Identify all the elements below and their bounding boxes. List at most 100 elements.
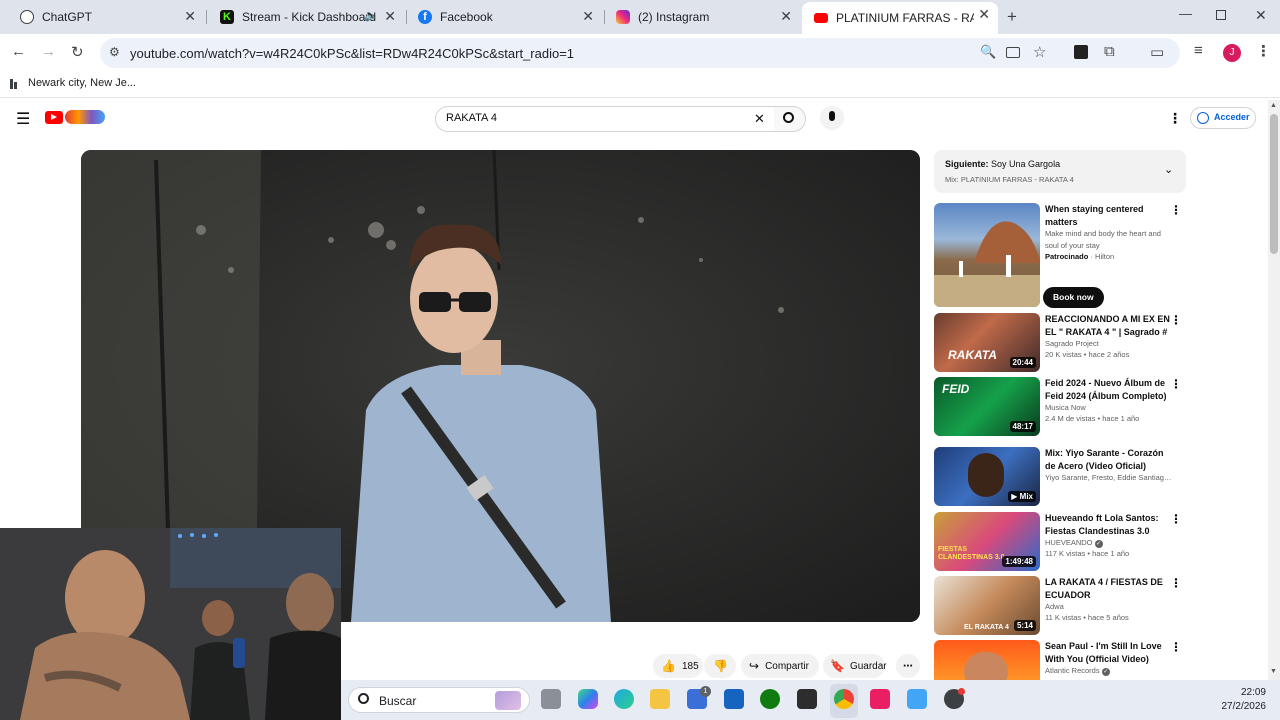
voice-search-button[interactable] <box>820 106 844 130</box>
channel-name[interactable]: Atlantic Records <box>1045 666 1100 675</box>
extensions-puzzle-icon[interactable]: ⧉ <box>1104 43 1115 60</box>
extension-kick-icon[interactable] <box>1074 45 1088 59</box>
list-item[interactable]: EL RAKATA 4 5:14 LA RAKATA 4 / FIESTAS D… <box>934 576 1186 636</box>
list-item[interactable]: ▶ Mix Mix: Yiyo Sarante - Corazón de Ace… <box>934 447 1186 507</box>
xbox-icon[interactable] <box>760 689 780 709</box>
tiktok-icon[interactable] <box>870 689 890 709</box>
close-tab-icon[interactable]: ✕ <box>184 9 196 23</box>
playlist-queue-header[interactable]: Siguiente: Soy Una Gargola Mix: PLATINIU… <box>934 150 1186 193</box>
ad-title[interactable]: When staying centered matters <box>1045 203 1173 228</box>
video-thumbnail[interactable]: ▶ Mix <box>934 447 1040 506</box>
settings-kebab-icon[interactable]: ⋮ <box>1168 110 1182 127</box>
book-now-button[interactable]: Book now <box>1043 287 1104 308</box>
hamburger-menu-icon[interactable]: ☰ <box>16 109 30 129</box>
new-tab-icon[interactable]: + <box>1007 7 1017 27</box>
video-thumbnail[interactable]: FIESTAS CLANDESTINAS 3.0 1:49:48 <box>934 512 1040 571</box>
kick-icon: K <box>220 10 234 24</box>
task-view-icon[interactable] <box>541 689 561 709</box>
taskbar-search[interactable]: Buscar <box>348 687 530 713</box>
reload-icon[interactable]: ↻ <box>71 43 84 61</box>
channel-name[interactable]: Musica Now <box>1045 402 1173 413</box>
chevron-down-icon[interactable]: ⌄ <box>1164 163 1173 176</box>
install-app-icon[interactable] <box>1006 47 1020 58</box>
video-menu-icon[interactable]: ⋮ <box>1170 640 1182 654</box>
youtube-logo[interactable] <box>45 111 63 124</box>
chrome-menu-icon[interactable]: ⋮ <box>1256 42 1271 60</box>
video-menu-icon[interactable]: ⋮ <box>1170 512 1182 526</box>
copilot-icon[interactable] <box>578 689 598 709</box>
video-thumbnail[interactable]: RAKATA 20:44 <box>934 313 1040 372</box>
list-item[interactable]: RAKATA 20:44 REACCIONANDO A MI EX EN EL … <box>934 313 1186 373</box>
channel-name[interactable]: HUEVEANDO <box>1045 538 1093 547</box>
page-scrollbar[interactable]: ▲ ▼ <box>1268 100 1280 680</box>
video-title[interactable]: REACCIONANDO A MI EX EN EL " RAKATA 4 " … <box>1045 313 1173 338</box>
bookmark-weather[interactable]: Newark city, New Je... <box>28 77 136 89</box>
file-explorer-icon[interactable] <box>650 689 670 709</box>
restore-icon[interactable] <box>1216 10 1226 20</box>
back-icon[interactable]: ← <box>11 43 26 60</box>
video-thumbnail[interactable]: EL RAKATA 4 5:14 <box>934 576 1040 635</box>
scroll-up-arrow-icon[interactable]: ▲ <box>1270 102 1277 109</box>
tab-search-icon[interactable]: ▭ <box>1150 43 1164 61</box>
channel-name[interactable]: Yiyo Sarante, Fresto, Eddie Santiago y m… <box>1045 472 1173 483</box>
sign-in-button[interactable]: Acceder <box>1190 107 1256 129</box>
video-menu-icon[interactable]: ⋮ <box>1170 377 1182 391</box>
close-tab-icon[interactable]: ✕ <box>582 9 594 23</box>
bookmark-star-icon[interactable]: ☆ <box>1033 43 1046 61</box>
media-controls-icon[interactable]: ≡ <box>1194 42 1203 59</box>
video-title[interactable]: Sean Paul - I'm Still In Love With You (… <box>1045 640 1173 665</box>
dislike-button[interactable]: 👎 <box>704 654 736 678</box>
site-info-icon[interactable]: ⚙ <box>109 45 120 59</box>
account-icon <box>1197 112 1209 124</box>
scrollbar-thumb[interactable] <box>1270 114 1278 254</box>
tab-instagram[interactable]: (2) Instagram ✕ <box>604 4 800 30</box>
like-button[interactable]: 👍 185 <box>653 654 703 678</box>
ad-menu-icon[interactable]: ⋮ <box>1170 203 1182 217</box>
video-menu-icon[interactable]: ⋮ <box>1170 313 1182 327</box>
search-input[interactable]: RAKATA 4 <box>446 112 497 124</box>
close-tab-icon[interactable]: ✕ <box>978 7 990 21</box>
more-actions-button[interactable]: ⋯ <box>896 654 920 678</box>
ad-thumbnail[interactable] <box>934 203 1040 307</box>
azure-icon[interactable] <box>724 689 744 709</box>
video-title[interactable]: LA RAKATA 4 / FIESTAS DE ECUADOR <box>1045 576 1173 601</box>
address-bar[interactable]: ⚙ youtube.com/watch?v=w4R24C0kPSc&list=R… <box>100 38 1180 68</box>
doodle-logo[interactable] <box>65 110 105 124</box>
speaker-icon[interactable]: 🔈 <box>364 9 378 22</box>
chrome-icon[interactable] <box>834 689 854 709</box>
list-item[interactable]: FEID 48:17 Feid 2024 - Nuevo Álbum de Fe… <box>934 377 1186 437</box>
video-menu-icon[interactable]: ⋮ <box>1170 576 1182 590</box>
channel-name[interactable]: Adwa <box>1045 601 1173 612</box>
search-box[interactable]: RAKATA 4 ✕ <box>435 106 775 132</box>
tab-chatgpt[interactable]: ChatGPT ✕ <box>8 4 204 30</box>
facebook-icon: f <box>418 10 432 24</box>
minimize-icon[interactable]: — <box>1179 6 1192 21</box>
tab-kick[interactable]: K Stream - Kick Dashboard 🔈 ✕ <box>208 4 404 30</box>
save-button[interactable]: 🔖 Guardar <box>823 654 887 678</box>
app-cube-icon[interactable] <box>797 689 817 709</box>
tab-youtube-active[interactable]: PLATINIUM FARRAS - RAKATA 4 ✕ <box>802 2 998 34</box>
video-thumbnail[interactable] <box>934 640 1040 680</box>
list-item[interactable]: FIESTAS CLANDESTINAS 3.0 1:49:48 Huevean… <box>934 512 1186 572</box>
tab-facebook[interactable]: f Facebook ✕ <box>406 4 602 30</box>
search-button[interactable] <box>774 106 806 132</box>
clear-search-icon[interactable]: ✕ <box>754 111 765 127</box>
scroll-down-arrow-icon[interactable]: ▼ <box>1270 668 1277 675</box>
video-title[interactable]: Hueveando ft Lola Santos: Fiestas Clande… <box>1045 512 1173 537</box>
system-clock[interactable]: 22:09 27/2/2026 <box>1214 686 1267 714</box>
sponsored-ad[interactable]: When staying centered matters Make mind … <box>934 203 1186 309</box>
close-tab-icon[interactable]: ✕ <box>780 9 792 23</box>
share-button[interactable]: ↪ Compartir <box>741 654 819 678</box>
video-thumbnail[interactable]: FEID 48:17 <box>934 377 1040 436</box>
window-close-icon[interactable]: ✕ <box>1255 7 1267 24</box>
video-title[interactable]: Mix: Yiyo Sarante - Corazón de Acero (Vi… <box>1045 447 1173 472</box>
zoom-icon[interactable]: 🔍 <box>980 44 996 60</box>
video-title[interactable]: Feid 2024 - Nuevo Álbum de Feid 2024 (Ál… <box>1045 377 1173 402</box>
list-item[interactable]: Sean Paul - I'm Still In Love With You (… <box>934 640 1186 680</box>
channel-name[interactable]: Sagrado Project <box>1045 338 1173 349</box>
photos-icon[interactable] <box>907 689 927 709</box>
edge-icon[interactable] <box>614 689 634 709</box>
forward-icon[interactable]: → <box>41 43 56 60</box>
profile-avatar[interactable]: J <box>1223 44 1241 62</box>
close-tab-icon[interactable]: ✕ <box>384 9 396 23</box>
